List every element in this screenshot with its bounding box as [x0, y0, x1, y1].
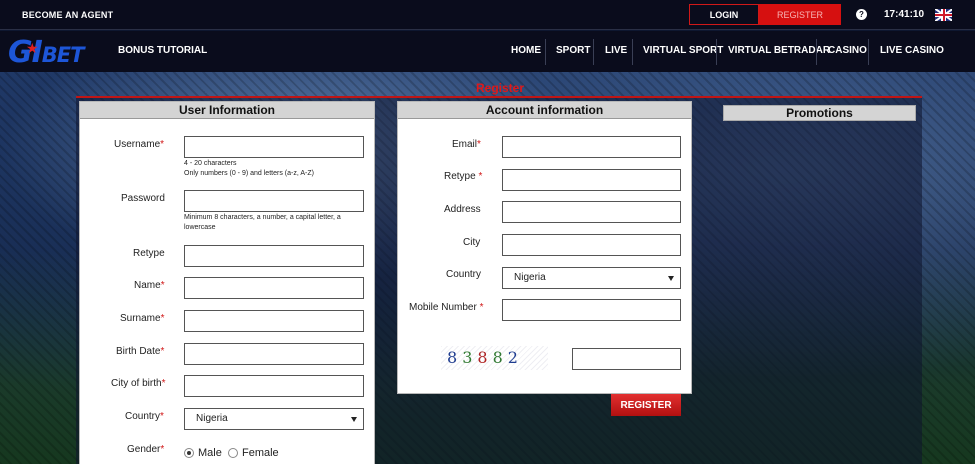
name-label: Name* [134, 280, 165, 291]
country-select[interactable]: Nigeria [184, 408, 364, 430]
city-of-birth-input[interactable] [184, 375, 364, 397]
register-top-button[interactable]: REGISTER [759, 4, 841, 25]
chevron-down-icon [351, 417, 357, 422]
password-hint: Minimum 8 characters, a number, a capita… [184, 214, 341, 231]
surname-input[interactable] [184, 310, 364, 332]
address-input[interactable] [502, 201, 681, 223]
register-submit-button[interactable]: REGISTER [611, 394, 681, 416]
captcha-image: 83882 [441, 346, 548, 370]
username-hint: 4 - 20 characters Only numbers (0 - 9) an… [184, 160, 314, 177]
surname-label: Surname* [120, 313, 165, 324]
account-information-heading: Account information [398, 102, 691, 119]
city-label: City [463, 237, 481, 248]
username-input[interactable] [184, 136, 364, 158]
nav-sport[interactable]: SPORT [556, 45, 590, 56]
main-nav: GIBET ★ BONUS TUTORIAL HOME SPORT LIVE V… [0, 31, 975, 72]
birth-date-label: Birth Date* [116, 346, 165, 357]
password-input[interactable] [184, 190, 364, 212]
top-bar: BECOME AN AGENT LOGIN REGISTER ? 17:41:1… [0, 0, 975, 30]
captcha-input[interactable] [572, 348, 681, 370]
retype-password-label: Retype [133, 248, 165, 259]
nav-virtual-betradar[interactable]: VIRTUAL BETRADAR [728, 45, 830, 56]
promotions-heading: Promotions [723, 105, 916, 121]
retype-password-input[interactable] [184, 245, 364, 267]
nav-divider [868, 39, 869, 65]
city-input[interactable] [502, 234, 681, 256]
gender-label: Gender* [127, 444, 165, 455]
nav-casino[interactable]: CASINO [828, 45, 867, 56]
account-country-selected-value: Nigeria [514, 272, 546, 283]
clock: 17:41:10 [884, 9, 925, 20]
username-label: Username* [114, 139, 165, 150]
gender-male-radio[interactable] [184, 448, 194, 458]
name-input[interactable] [184, 277, 364, 299]
nav-divider [545, 39, 546, 65]
become-agent-link[interactable]: BECOME AN AGENT [22, 10, 113, 20]
email-label: Email* [452, 139, 481, 150]
retype-email-input[interactable] [502, 169, 681, 191]
country-label: Country* [125, 411, 164, 422]
login-button[interactable]: LOGIN [689, 4, 759, 25]
nav-virtual-sport[interactable]: VIRTUAL SPORT [643, 45, 723, 56]
address-label: Address [444, 204, 481, 215]
gender-female-radio[interactable] [228, 448, 238, 458]
gender-male-label: Male [198, 447, 222, 459]
gender-female-label: Female [242, 447, 279, 459]
nav-divider [632, 39, 633, 65]
help-icon[interactable]: ? [856, 9, 867, 20]
mobile-number-input[interactable] [502, 299, 681, 321]
chevron-down-icon [668, 276, 674, 281]
account-country-select[interactable]: Nigeria [502, 267, 681, 289]
city-of-birth-label: City of birth* [111, 378, 166, 389]
star-icon: ★ [26, 41, 39, 57]
nav-live[interactable]: LIVE [605, 45, 627, 56]
country-selected-value: Nigeria [196, 413, 228, 424]
nav-divider [716, 39, 717, 65]
page-title: Register [476, 81, 525, 95]
gibet-logo[interactable]: GIBET ★ [8, 37, 84, 69]
password-label: Password [121, 193, 165, 204]
user-information-heading: User Information [80, 102, 374, 119]
nav-home[interactable]: HOME [511, 45, 541, 56]
birth-date-input[interactable] [184, 343, 364, 365]
mobile-number-label: Mobile Number * [409, 302, 484, 313]
nav-divider [816, 39, 817, 65]
retype-email-label: Retype * [444, 171, 483, 182]
account-country-label: Country [446, 269, 482, 280]
bonus-tutorial-link[interactable]: BONUS TUTORIAL [118, 45, 207, 56]
nav-divider [593, 39, 594, 65]
uk-flag-icon[interactable] [935, 9, 952, 21]
nav-live-casino[interactable]: LIVE CASINO [880, 45, 944, 56]
email-input[interactable] [502, 136, 681, 158]
